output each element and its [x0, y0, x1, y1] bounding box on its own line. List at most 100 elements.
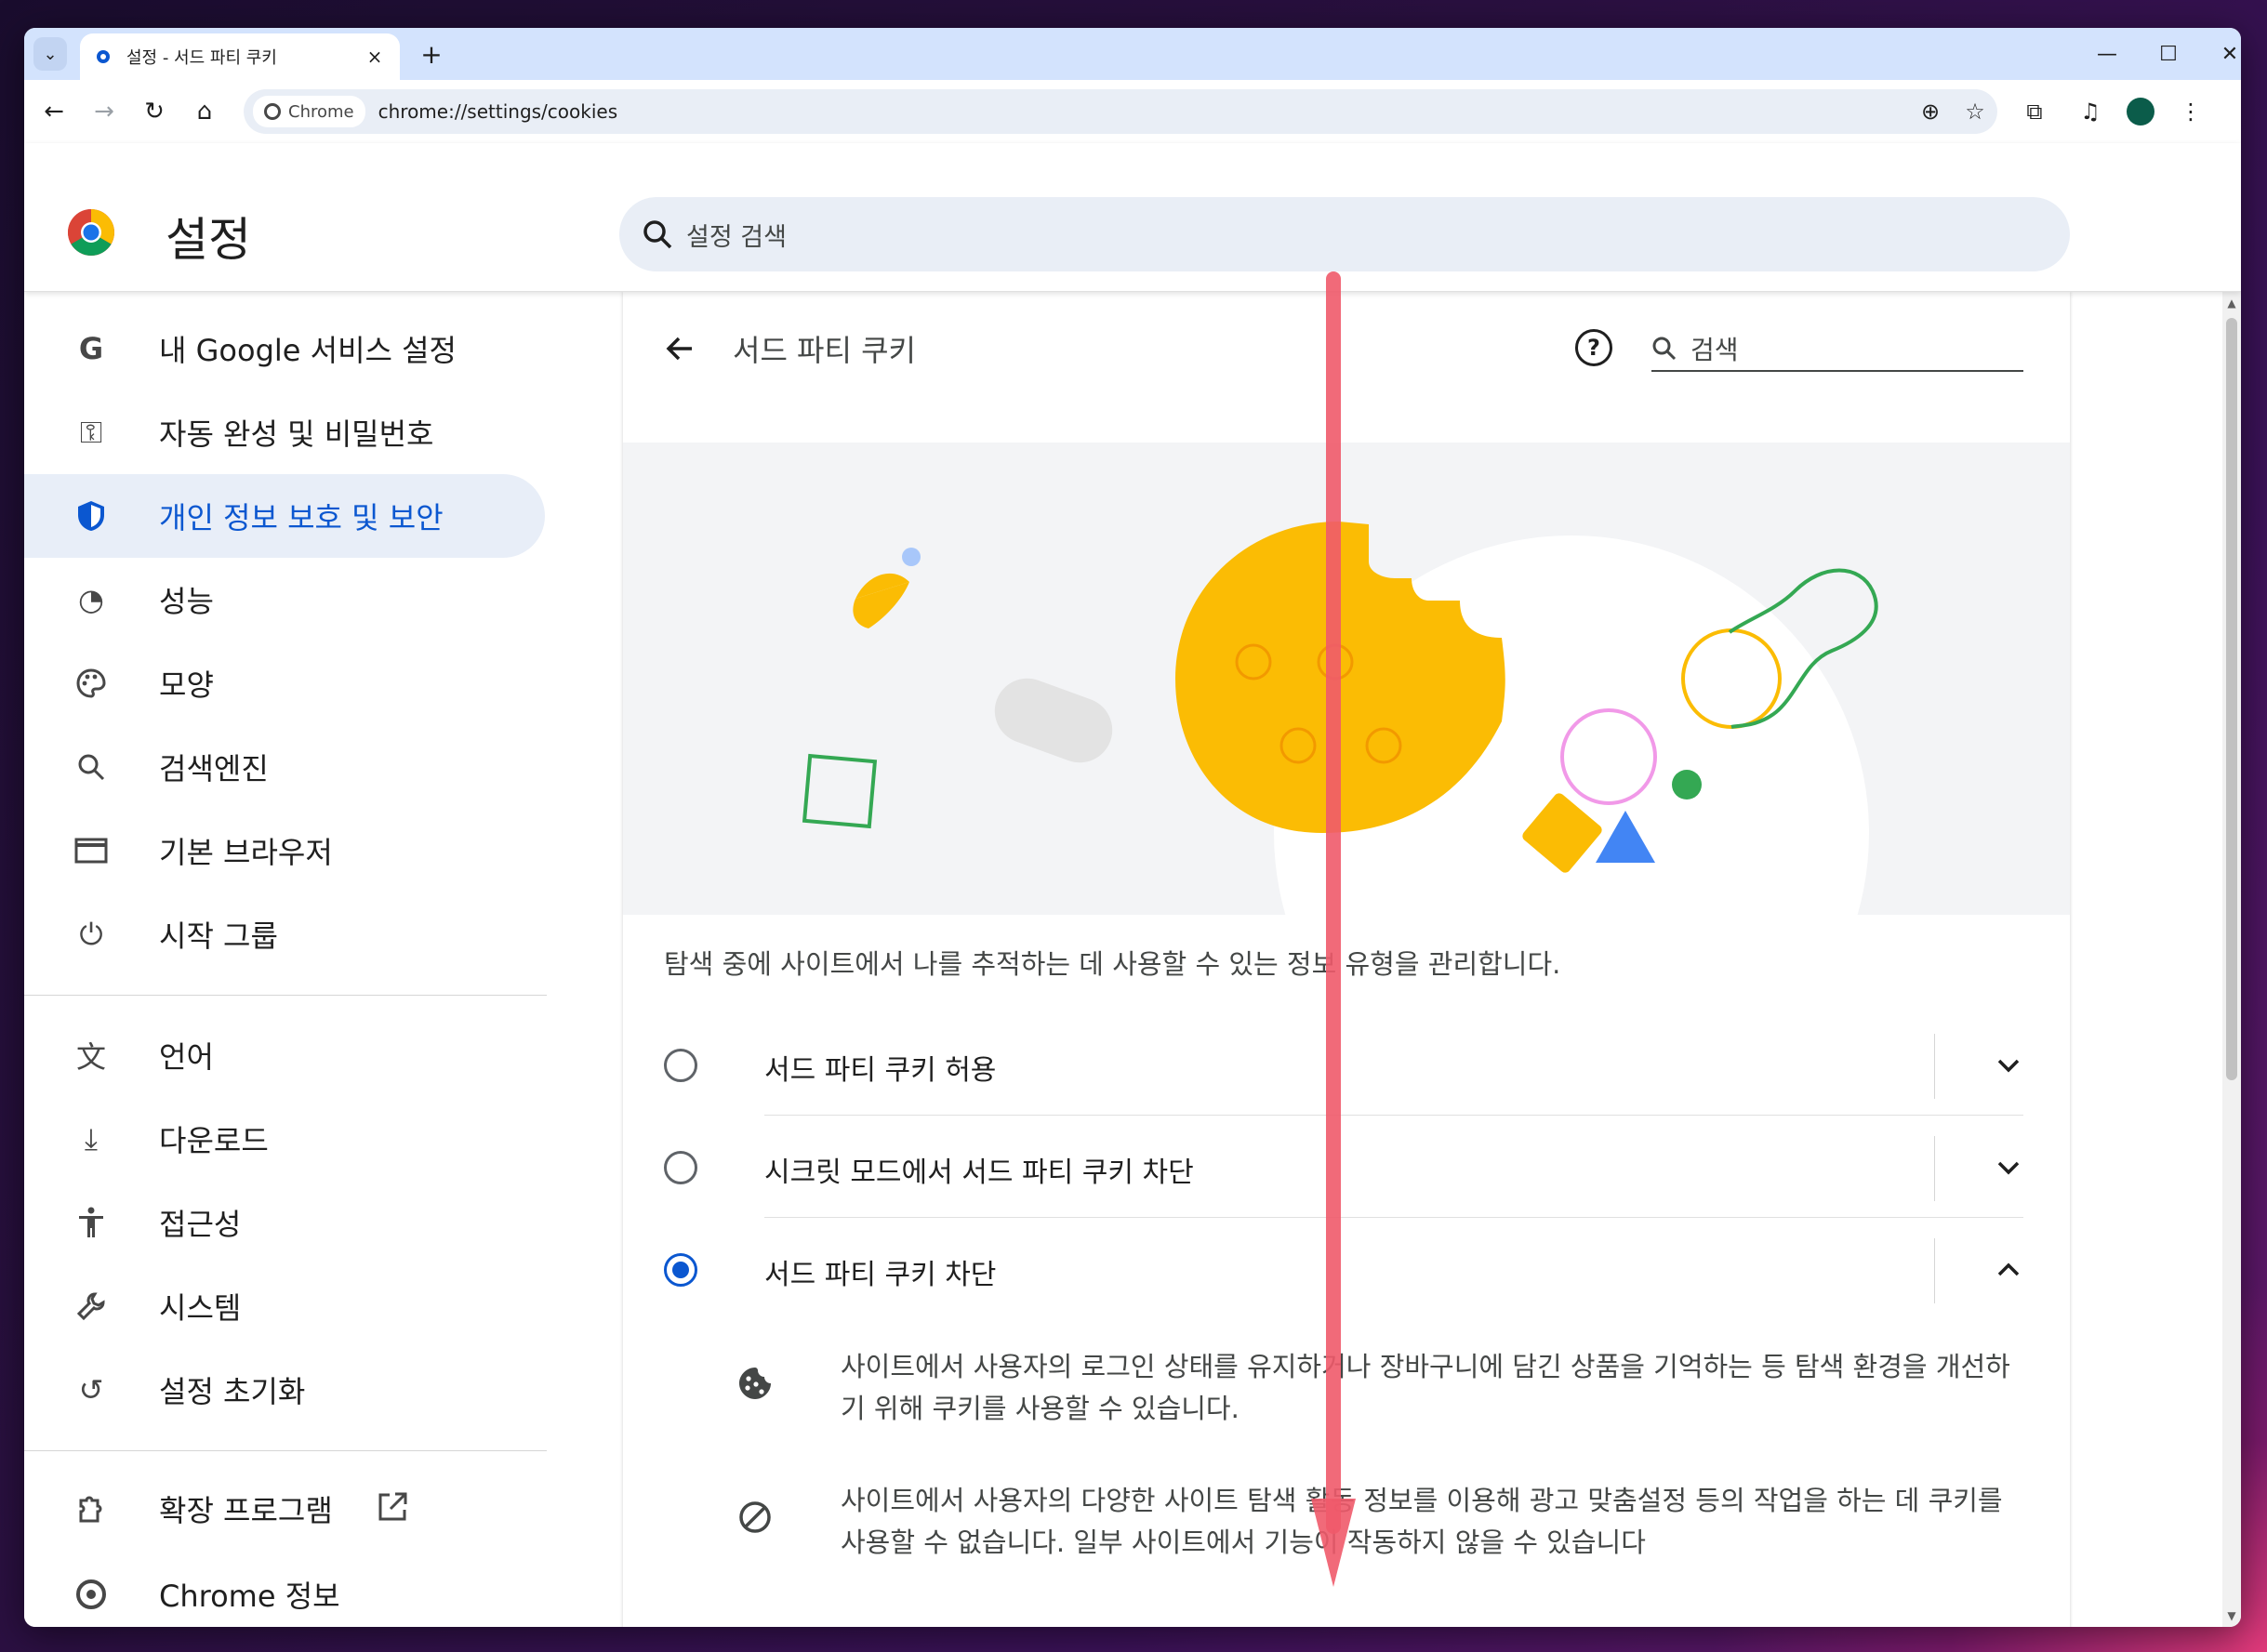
- key-icon: ⚿: [79, 414, 103, 450]
- site-info-chip[interactable]: Chrome: [253, 96, 365, 127]
- scroll-thumb[interactable]: [2226, 318, 2237, 1080]
- option-label: 서드 파티 쿠키 차단: [764, 1259, 997, 1291]
- browser-window-icon: [71, 830, 112, 871]
- tab-title: 설정 - 서드 파티 쿠키: [126, 48, 277, 68]
- reload-button[interactable]: ↻: [136, 93, 173, 130]
- zoom-icon[interactable]: ⊕: [1908, 89, 1953, 134]
- sidebar-item-search-engine[interactable]: 검색엔진: [24, 725, 545, 809]
- block-icon: [735, 1497, 776, 1538]
- palette-icon: [71, 663, 112, 704]
- extension-icon: [71, 1488, 112, 1529]
- page-title: 설정: [166, 213, 251, 267]
- sidebar-item-languages[interactable]: 文 언어: [24, 1013, 545, 1097]
- scroll-down-arrow-icon[interactable]: ▼: [2222, 1606, 2241, 1625]
- translate-icon: 文: [75, 1039, 106, 1075]
- sidebar-item-on-startup[interactable]: ⏻ 시작 그룹: [24, 892, 545, 976]
- sidebar-item-label: 시작 그룹: [159, 919, 278, 954]
- expand-chevron-down-icon[interactable]: [1990, 1149, 2027, 1186]
- radio-button[interactable]: [664, 1151, 697, 1184]
- chrome-logo-icon: [68, 209, 114, 256]
- cookie-icon: [735, 1363, 776, 1404]
- option-allow-third-party-cookies[interactable]: 서드 파티 쿠키 허용: [623, 1013, 2070, 1116]
- reset-icon: ↺: [78, 1372, 104, 1408]
- sidebar-item-autofill[interactable]: ⚿ 자동 완성 및 비밀번호: [24, 390, 545, 474]
- search-placeholder: 검색: [1690, 335, 1739, 365]
- download-icon: ⤓: [84, 1120, 99, 1156]
- sidebar-item-label: 설정 초기화: [159, 1374, 306, 1409]
- expand-chevron-down-icon[interactable]: [1990, 1047, 2027, 1084]
- cookie-illustration: [623, 443, 2070, 915]
- forward-button[interactable]: →: [86, 93, 123, 130]
- back-arrow-icon[interactable]: [656, 325, 703, 372]
- close-tab-icon[interactable]: ×: [363, 46, 387, 68]
- radio-button[interactable]: [664, 1049, 697, 1082]
- sidebar-item-label: Chrome 정보: [159, 1579, 340, 1614]
- option-separator: [1934, 1034, 1935, 1099]
- help-icon[interactable]: ?: [1575, 329, 1612, 366]
- subpage-search-input[interactable]: 검색: [1651, 327, 2023, 372]
- option-block-third-party-cookies[interactable]: 서드 파티 쿠키 차단: [623, 1218, 2070, 1320]
- url-text[interactable]: chrome://settings/cookies: [378, 100, 1908, 123]
- chip-label: Chrome: [288, 101, 354, 122]
- profile-avatar[interactable]: [2122, 93, 2159, 130]
- sidebar-item-label: 자동 완성 및 비밀번호: [159, 416, 434, 452]
- sidebar-item-appearance[interactable]: 모양: [24, 641, 545, 725]
- sidebar-item-label: 모양: [159, 667, 214, 703]
- close-window-button[interactable]: ✕: [2202, 35, 2241, 73]
- power-icon: ⏻: [79, 916, 103, 952]
- extensions-icon[interactable]: ⧉: [2016, 93, 2053, 130]
- sidebar-item-reset-settings[interactable]: ↺ 설정 초기화: [24, 1348, 545, 1432]
- option-block-in-incognito[interactable]: 시크릿 모드에서 서드 파티 쿠키 차단: [623, 1116, 2070, 1218]
- sidebar-item-performance[interactable]: ◔ 성능: [24, 558, 545, 641]
- menu-kebab-icon[interactable]: ⋮: [2172, 93, 2209, 130]
- chevron-down-icon: ⌄: [43, 44, 58, 64]
- tab-strip: ⌄ 설정 - 서드 파티 쿠키 × + — ☐ ✕: [24, 28, 2241, 80]
- sidebar-item-label: 다운로드: [159, 1123, 269, 1158]
- wrench-icon: [71, 1286, 112, 1327]
- bookmark-star-icon[interactable]: ☆: [1953, 89, 1997, 134]
- sidebar-item-label: 개인 정보 보호 및 보안: [159, 500, 444, 535]
- third-party-cookies-page: 서드 파티 쿠키 ? 검색 탐색 중에 사이트에서 나를 추적하는 데 사용할 …: [623, 292, 2070, 1627]
- radio-button-selected[interactable]: [664, 1253, 697, 1287]
- shield-icon: [71, 496, 112, 536]
- sidebar-item-label: 확장 프로그램: [159, 1493, 333, 1528]
- sidebar-item-label: 언어: [159, 1039, 214, 1075]
- sidebar-divider: [24, 995, 547, 996]
- sidebar-divider: [24, 1450, 547, 1451]
- settings-sidebar: G 내 Google 서비스 설정 ⚿ 자동 완성 및 비밀번호 개인 정보 보…: [24, 292, 563, 1627]
- chrome-icon: [71, 1574, 112, 1615]
- option-separator: [1934, 1136, 1935, 1201]
- minimize-button[interactable]: —: [2079, 35, 2135, 73]
- sidebar-item-extensions[interactable]: 확장 프로그램: [24, 1467, 545, 1551]
- search-icon: [1652, 337, 1677, 361]
- search-icon: [71, 747, 112, 787]
- sidebar-item-privacy[interactable]: 개인 정보 보호 및 보안: [24, 474, 545, 558]
- speedometer-icon: ◔: [78, 582, 104, 617]
- external-link-icon: [376, 1490, 409, 1527]
- sidebar-item-downloads[interactable]: ⤓ 다운로드: [24, 1097, 545, 1181]
- media-controls-icon[interactable]: ♫: [2072, 93, 2109, 130]
- browser-toolbar: ← → ↻ ⌂ Chrome chrome://settings/cookies…: [24, 80, 2241, 143]
- new-tab-button[interactable]: +: [415, 37, 448, 71]
- collapse-chevron-up-icon[interactable]: [1990, 1251, 2027, 1289]
- scroll-up-arrow-icon[interactable]: ▲: [2222, 294, 2241, 312]
- subpage-header: 서드 파티 쿠키 ? 검색: [623, 292, 2070, 403]
- detail-text: 사이트에서 사용자의 다양한 사이트 탐색 활동 정보를 이용해 광고 맞춤설정…: [841, 1485, 2003, 1558]
- settings-search-input[interactable]: 설정 검색: [619, 197, 2070, 271]
- sidebar-item-system[interactable]: 시스템: [24, 1264, 545, 1348]
- accessibility-icon: [71, 1202, 112, 1243]
- sidebar-item-accessibility[interactable]: 접근성: [24, 1181, 545, 1264]
- search-placeholder: 설정 검색: [686, 222, 787, 252]
- sidebar-item-google-services[interactable]: G 내 Google 서비스 설정: [24, 307, 545, 390]
- page-scrollbar[interactable]: ▲ ▼: [2222, 292, 2241, 1627]
- tab-settings[interactable]: 설정 - 서드 파티 쿠키 ×: [80, 33, 400, 80]
- address-bar[interactable]: Chrome chrome://settings/cookies ⊕ ☆: [244, 89, 1997, 134]
- sidebar-item-about-chrome[interactable]: Chrome 정보: [24, 1553, 545, 1627]
- option-label: 서드 파티 쿠키 허용: [764, 1054, 997, 1087]
- sidebar-item-default-browser[interactable]: 기본 브라우저: [24, 809, 545, 892]
- maximize-button[interactable]: ☐: [2141, 35, 2196, 73]
- detail-text: 사이트에서 사용자의 로그인 상태를 유지하거나 장바구니에 담긴 상품을 기억…: [841, 1351, 2010, 1424]
- back-button[interactable]: ←: [35, 93, 73, 130]
- tab-search-button[interactable]: ⌄: [33, 37, 67, 71]
- home-button[interactable]: ⌂: [186, 93, 223, 130]
